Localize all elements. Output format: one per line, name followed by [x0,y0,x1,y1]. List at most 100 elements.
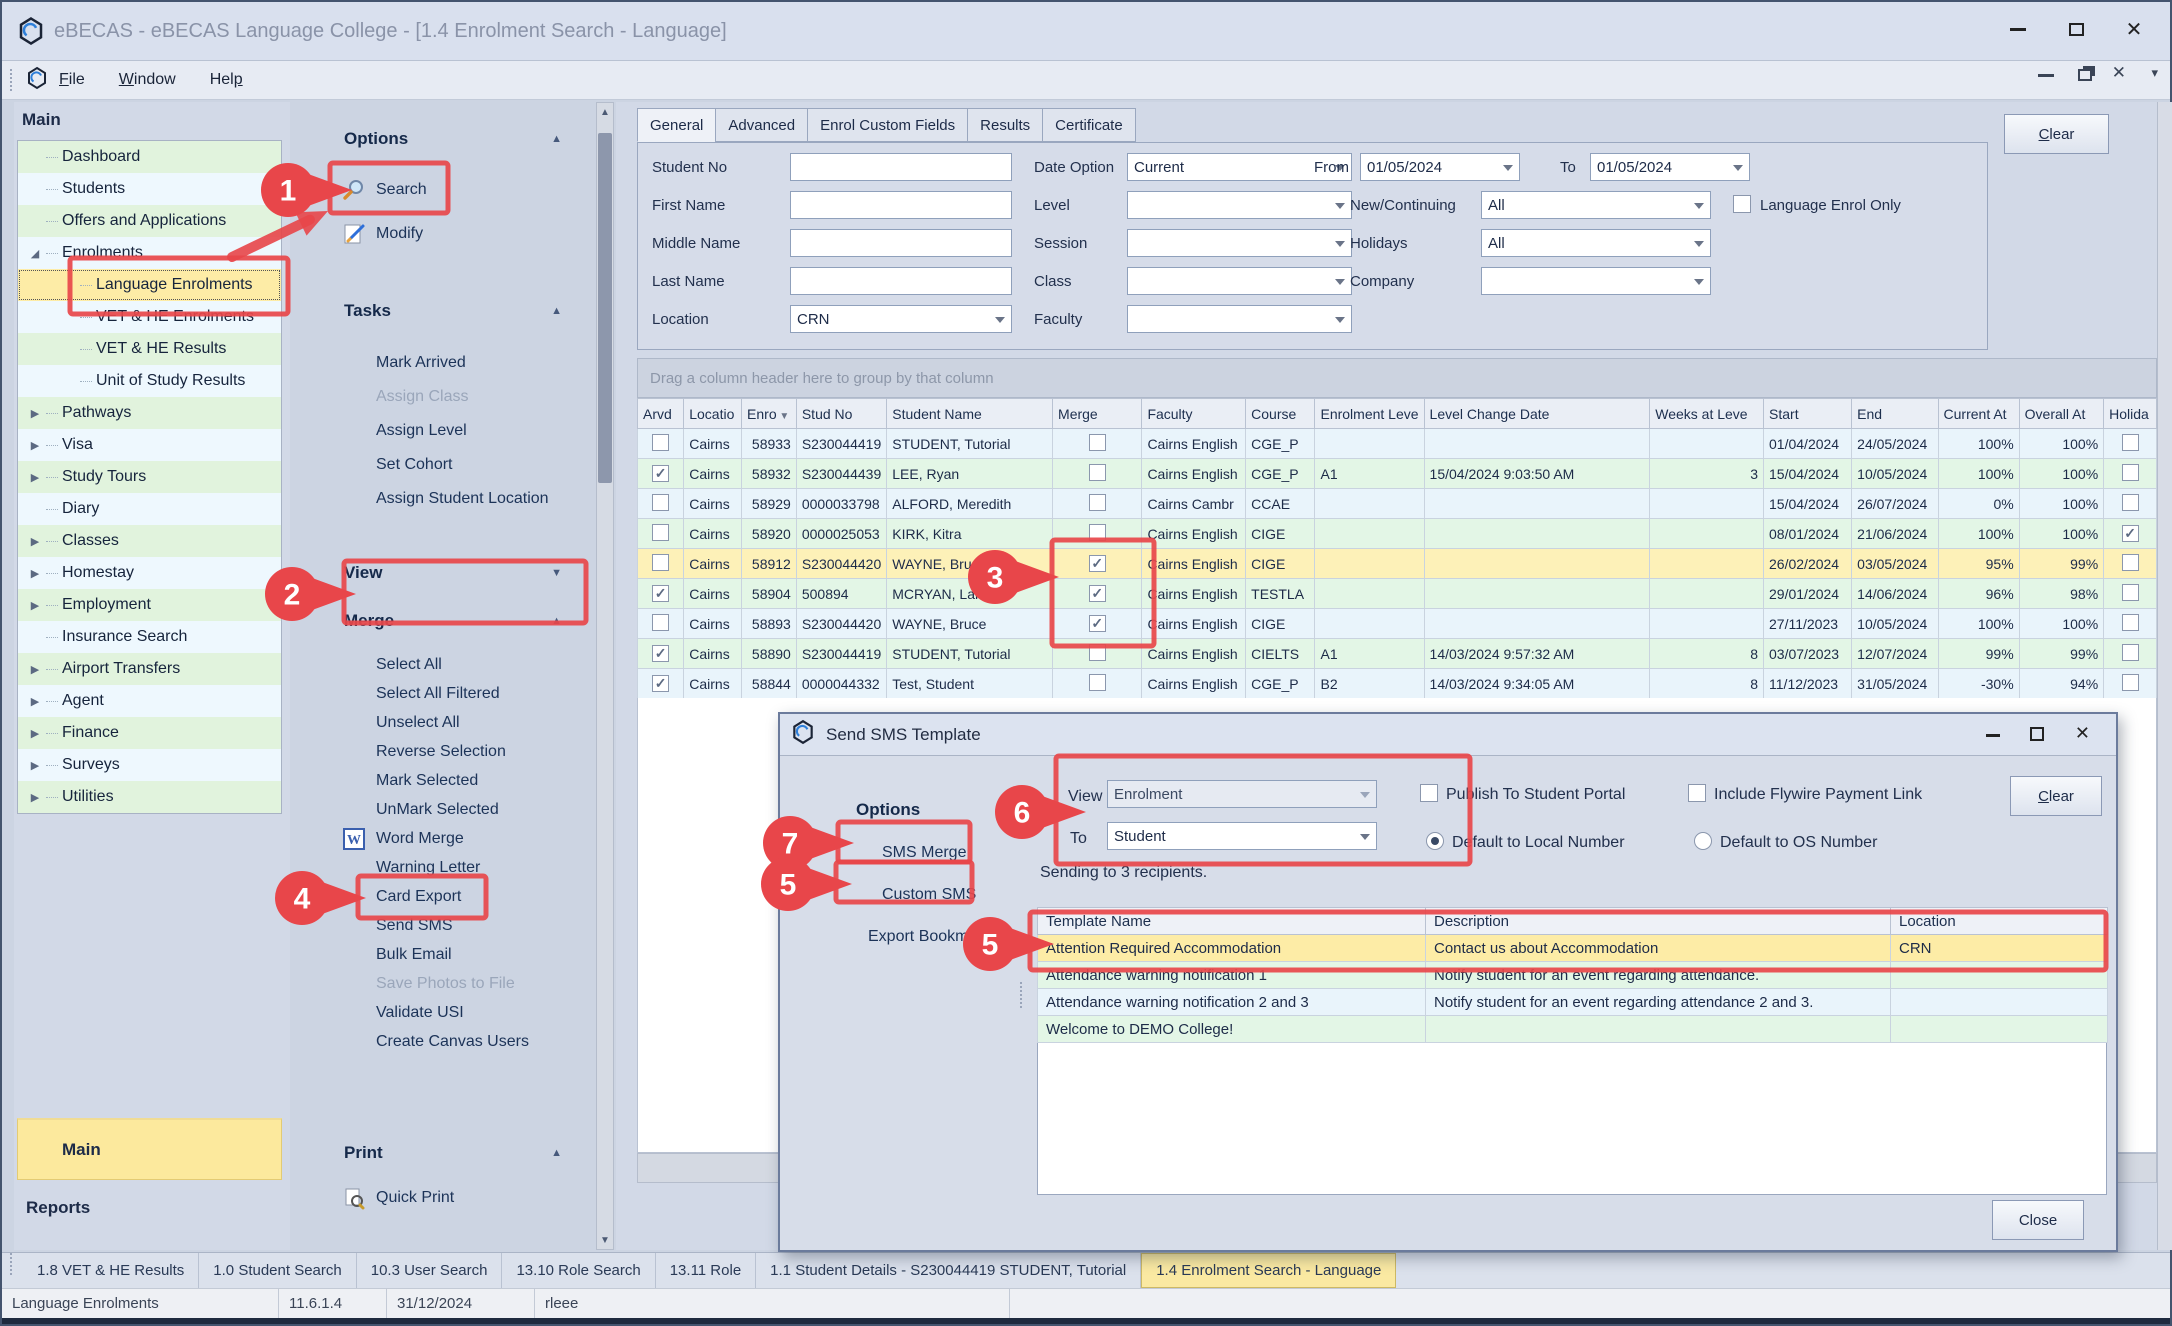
from-date-select[interactable]: 01/05/2024 [1360,153,1520,181]
option-item-select-all[interactable]: Select All [300,650,596,679]
sidebar-item-study-tours[interactable]: ▶Study Tours [18,461,281,493]
scroll-down-icon[interactable]: ▼ [597,1231,613,1249]
to-select[interactable]: Student [1107,822,1377,850]
mdi-menu-chevron-icon[interactable]: ▾ [2151,65,2158,81]
sidebar-item-vet-he-results[interactable]: VET & HE Results [18,333,281,365]
template-row[interactable]: Attention Required AccommodationContact … [1038,935,2108,962]
option-item-bulk-email[interactable]: Bulk Email [300,940,596,969]
option-item-select-all-filtered[interactable]: Select All Filtered [300,679,596,708]
minimize-icon[interactable] [1996,14,2040,44]
sidebar-item-employment[interactable]: ▶Employment [18,589,281,621]
grid-col-start[interactable]: Start [1764,399,1852,429]
sidebar-main-button[interactable]: Main [17,1118,282,1180]
grid-row[interactable]: Cairns589200000025053KIRK, KitraCairns E… [638,519,2157,549]
location-select[interactable]: CRN [790,305,1012,333]
sidebar-item-surveys[interactable]: ▶Surveys [18,749,281,781]
bottom-tab-1[interactable]: 1.8 VET & HE Results [23,1253,199,1288]
bottom-tab-5[interactable]: 13.11 Role [656,1253,756,1288]
grid-col-enro[interactable]: Enro ▼ [742,399,797,429]
sidebar-item-unit-of-study-results[interactable]: Unit of Study Results [18,365,281,397]
collapse-up-icon[interactable]: ▲ [551,615,562,627]
option-item-mark-arrived[interactable]: Mark Arrived [300,346,596,380]
collapse-up-icon[interactable]: ▲ [1012,804,1023,816]
grid-col-faculty[interactable]: Faculty [1142,399,1246,429]
menu-file[interactable]: File [59,71,85,88]
sidebar-item-students[interactable]: Students [18,173,281,205]
option-item-unselect-all[interactable]: Unselect All [300,708,596,737]
option-item-mark-selected[interactable]: Mark Selected [300,766,596,795]
sidebar-item-diary[interactable]: Diary [18,493,281,525]
local-number-radio[interactable] [1426,832,1444,850]
grid-row[interactable]: Cairns58933S230044419STUDENT, TutorialCa… [638,429,2157,459]
bottom-tab-7[interactable]: 1.4 Enrolment Search - Language [1141,1253,1396,1288]
tree-collapsed-icon[interactable]: ▶ [24,471,46,484]
tree-collapsed-icon[interactable]: ▶ [24,727,46,740]
grid-col-end[interactable]: End [1852,399,1938,429]
grid-row[interactable]: Cairns588440000044332Test, StudentCairns… [638,669,2157,699]
collapse-up-icon[interactable]: ▲ [551,305,562,317]
bottom-tab-3[interactable]: 10.3 User Search [357,1253,503,1288]
grid-col-level-change-date[interactable]: Level Change Date [1424,399,1650,429]
sidebar-item-visa[interactable]: ▶Visa [18,429,281,461]
grid-holida-checkbox[interactable] [2122,464,2139,481]
collapse-down-icon[interactable]: ▼ [551,567,562,579]
first-name-input[interactable] [790,191,1012,219]
dialog-maximize-icon[interactable] [2030,727,2044,741]
bottom-tab-6[interactable]: 1.1 Student Details - S230044419 STUDENT… [756,1253,1141,1288]
grid-arvd-checkbox[interactable] [652,675,669,692]
option-item-send-sms[interactable]: Send SMS [300,911,596,940]
grid-arvd-checkbox[interactable] [652,494,669,511]
option-item-assign-level[interactable]: Assign Level [300,414,596,448]
level-select[interactable] [1127,191,1352,219]
faculty-select[interactable] [1127,305,1352,333]
flywire-checkbox[interactable] [1688,784,1706,802]
section-header-print[interactable]: Print▲ [300,1140,596,1166]
grid-row[interactable]: Cairns58932S230044439LEE, RyanCairns Eng… [638,459,2157,489]
holidays-select[interactable]: All [1481,229,1711,257]
grid-holida-checkbox[interactable] [2122,554,2139,571]
grid-row[interactable]: Cairns58904500894MCRYAN, LaneCairns Engl… [638,579,2157,609]
sidebar-item-homestay[interactable]: ▶Homestay [18,557,281,589]
sidebar-item-utilities[interactable]: ▶Utilities [18,781,281,813]
grid-arvd-checkbox[interactable] [652,585,669,602]
grid-merge-checkbox[interactable] [1089,615,1106,632]
option-item-validate-usi[interactable]: Validate USI [300,998,596,1027]
dialog-item-custom-sms[interactable]: Custom SMS [882,886,976,904]
template-row[interactable]: Welcome to DEMO College! [1038,1016,2108,1043]
dialog-item-export-bookmarks[interactable]: Export Bookmarks [868,928,999,946]
collapse-up-icon[interactable]: ▲ [551,1147,562,1159]
sidebar-item-vet-he-enrolments[interactable]: VET & HE Enrolments [18,301,281,333]
tab-advanced[interactable]: Advanced [715,108,807,142]
dialog-minimize-icon[interactable] [1986,734,2000,737]
option-item-search[interactable]: Search [300,168,596,212]
template-row[interactable]: Attendance warning notification 2 and 3N… [1038,989,2108,1016]
option-item-create-canvas-users[interactable]: Create Canvas Users [300,1027,596,1056]
sidebar-item-offers-and-applications[interactable]: Offers and Applications [18,205,281,237]
template-row[interactable]: Attendance warning notification 1Notify … [1038,962,2108,989]
student-no-input[interactable] [790,153,1012,181]
grid-merge-checkbox[interactable] [1089,585,1106,602]
dialog-close-icon[interactable]: ✕ [2075,723,2090,744]
bottom-tab-2[interactable]: 1.0 Student Search [199,1253,356,1288]
scrollbar-thumb[interactable] [598,133,612,483]
grid-col-stud-no[interactable]: Stud No [796,399,886,429]
option-item-set-cohort[interactable]: Set Cohort [300,448,596,482]
middle-name-input[interactable] [790,229,1012,257]
grid-arvd-checkbox[interactable] [652,465,669,482]
tree-collapsed-icon[interactable]: ▶ [24,663,46,676]
grid-row[interactable]: Cairns58912S230044420WAYNE, BruceCairns … [638,549,2157,579]
grid-arvd-checkbox[interactable] [652,524,669,541]
grid-row[interactable]: Cairns58890S230044419STUDENT, TutorialCa… [638,639,2157,669]
tree-collapsed-icon[interactable]: ▶ [24,695,46,708]
tab-certificate[interactable]: Certificate [1042,108,1136,142]
last-name-input[interactable] [790,267,1012,295]
template-col-template-name[interactable]: Template Name [1038,908,1426,935]
language-enrol-only-checkbox[interactable] [1733,195,1751,213]
tree-collapsed-icon[interactable]: ▶ [24,791,46,804]
sidebar-item-airport-transfers[interactable]: ▶Airport Transfers [18,653,281,685]
grid-holida-checkbox[interactable] [2122,584,2139,601]
scroll-up-icon[interactable]: ▲ [597,103,613,121]
dialog-options-header[interactable]: Options [856,800,920,820]
mdi-restore-icon[interactable] [2078,69,2092,81]
sidebar-item-language-enrolments[interactable]: Language Enrolments [18,269,281,301]
